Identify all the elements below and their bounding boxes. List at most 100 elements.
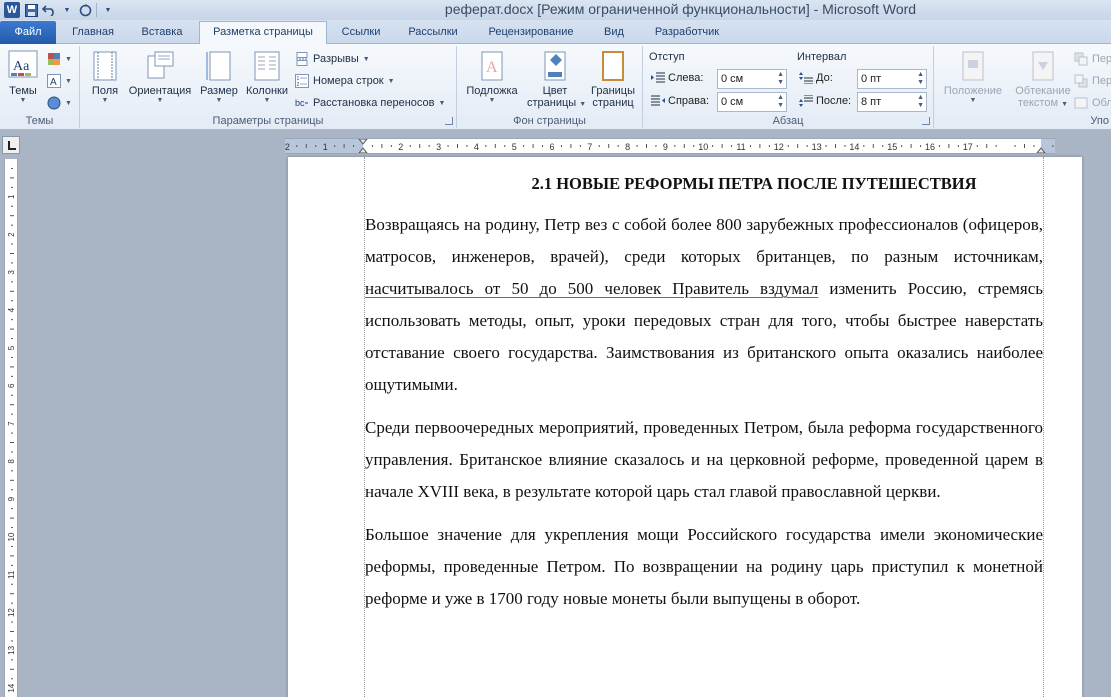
svg-text:A: A bbox=[50, 77, 57, 88]
document-page[interactable]: 2.1 НОВЫЕ РЕФОРМЫ ПЕТРА ПОСЛЕ ПУТЕШЕСТВИ… bbox=[288, 157, 1082, 697]
vertical-ruler[interactable]: 1 2 3 4 5 6 7 8 9 10 11 12 13 14 bbox=[4, 159, 18, 697]
ruler-number: 3 bbox=[436, 142, 441, 152]
spacing-before-icon bbox=[799, 72, 813, 84]
page-setup-launcher-icon[interactable] bbox=[445, 117, 453, 125]
ruler-number: 8 bbox=[7, 459, 16, 464]
indent-left-label: Слева: bbox=[651, 68, 703, 88]
indent-left-input[interactable]: 0 см ▲ ▼ bbox=[717, 69, 787, 89]
paragraph-1[interactable]: Возвращаясь на родину, Петр вез с собой … bbox=[365, 209, 1043, 401]
wrap-text-icon bbox=[1028, 50, 1058, 82]
theme-fonts-icon: A bbox=[47, 74, 61, 88]
ruler-number: 13 bbox=[7, 645, 16, 654]
ruler-number: 5 bbox=[512, 142, 517, 152]
ruler-number: 6 bbox=[549, 142, 554, 152]
line-numbers-button[interactable]: 12 Номера строк ▼ bbox=[295, 72, 395, 90]
tab-home[interactable]: Главная bbox=[62, 22, 124, 44]
columns-button[interactable]: Колонки ▼ bbox=[242, 50, 292, 104]
margins-button[interactable]: Поля ▼ bbox=[86, 50, 124, 104]
paragraph-launcher-icon[interactable] bbox=[922, 117, 930, 125]
theme-effects-button[interactable]: ▼ bbox=[47, 94, 72, 112]
svg-text:A: A bbox=[486, 59, 498, 76]
columns-icon bbox=[252, 50, 282, 82]
themes-group: Aa Темы ▼ ▼ A ▼ ▼ Темы bbox=[0, 46, 80, 128]
send-backward-button[interactable]: Пер bbox=[1074, 72, 1111, 90]
ruler-number: 10 bbox=[698, 142, 708, 152]
ruler-number: 9 bbox=[663, 142, 668, 152]
size-button[interactable]: Размер ▼ bbox=[198, 50, 240, 104]
ruler-number: 16 bbox=[925, 142, 935, 152]
ribbon: Aa Темы ▼ ▼ A ▼ ▼ Темы Поля ▼ Ориентация… bbox=[0, 44, 1111, 130]
tab-review[interactable]: Рецензирование bbox=[474, 22, 588, 44]
tab-page-layout[interactable]: Разметка страницы bbox=[199, 21, 327, 44]
spin-arrows-icon[interactable]: ▲ ▼ bbox=[777, 94, 784, 110]
spin-arrows-icon[interactable]: ▲ ▼ bbox=[917, 71, 924, 87]
hyphenation-icon: bc bbox=[295, 98, 308, 108]
tab-file[interactable]: Файл bbox=[0, 21, 56, 44]
page-borders-icon bbox=[598, 50, 628, 82]
paragraph-group-label: Абзац bbox=[772, 115, 804, 127]
section-heading[interactable]: 2.1 НОВЫЕ РЕФОРМЫ ПЕТРА ПОСЛЕ ПУТЕШЕСТВИ… bbox=[365, 173, 1043, 195]
horizontal-ruler-ticks: 2 1 2 3 4 5 6 7 8 9 10 11 12 13 14 15 16 17 bbox=[285, 139, 1054, 153]
tab-references[interactable]: Ссылки bbox=[331, 22, 391, 44]
theme-fonts-button[interactable]: A ▼ bbox=[47, 72, 72, 90]
ruler-number: 9 bbox=[7, 496, 16, 501]
tab-developer[interactable]: Разработчик bbox=[640, 22, 734, 44]
position-button[interactable]: Положение ▼ bbox=[938, 50, 1008, 104]
line-numbers-icon: 12 bbox=[295, 74, 309, 88]
spacing-before-input[interactable]: 0 пт ▲ ▼ bbox=[857, 69, 927, 89]
orientation-button[interactable]: Ориентация ▼ bbox=[126, 50, 194, 104]
right-indent-marker-icon[interactable] bbox=[1036, 147, 1046, 153]
indent-right-input[interactable]: 0 см ▲ ▼ bbox=[717, 92, 787, 112]
chevron-down-icon: ▼ bbox=[19, 97, 27, 104]
document-body[interactable]: 2.1 НОВЫЕ РЕФОРМЫ ПЕТРА ПОСЛЕ ПУТЕШЕСТВИ… bbox=[365, 173, 1043, 626]
ruler-number: 13 bbox=[812, 142, 822, 152]
theme-colors-button[interactable]: ▼ bbox=[47, 50, 72, 68]
page-color-button[interactable]: Цвет страницы ▼ bbox=[527, 50, 586, 111]
tab-mailings[interactable]: Рассылки bbox=[398, 22, 468, 44]
paragraph-group: Отступ Слева: 0 см ▲ ▼ Справа: 0 см ▲ ▼ Ин… bbox=[643, 46, 934, 128]
indent-marker-icon[interactable] bbox=[358, 139, 368, 153]
arrange-group: Положение ▼ Обтекание текстом ▼ Пер Пер … bbox=[934, 46, 1111, 128]
spacing-after-input[interactable]: 8 пт ▲ ▼ bbox=[857, 92, 927, 112]
ruler-number: 12 bbox=[774, 142, 784, 152]
ruler-number: 8 bbox=[625, 142, 630, 152]
ruler-number: 4 bbox=[474, 142, 479, 152]
page-background-group-label: Фон страницы bbox=[513, 115, 586, 127]
vertical-ruler-ticks: 1234567891011121314 bbox=[7, 167, 16, 693]
bring-forward-button[interactable]: Пер bbox=[1074, 50, 1111, 68]
page-color-icon bbox=[540, 50, 570, 82]
hyphenation-button[interactable]: bc Расстановка переносов ▼ bbox=[295, 94, 445, 112]
bring-forward-icon bbox=[1074, 52, 1088, 66]
margins-icon bbox=[90, 50, 120, 82]
tab-selector-icon[interactable] bbox=[2, 136, 20, 154]
themes-button[interactable]: Aa Темы ▼ bbox=[4, 50, 42, 104]
tab-insert[interactable]: Вставка bbox=[130, 22, 194, 44]
spin-arrows-icon[interactable]: ▲ ▼ bbox=[777, 71, 784, 87]
tab-view[interactable]: Вид bbox=[594, 22, 634, 44]
ruler-number: 3 bbox=[7, 270, 16, 275]
window-title: реферат.docx [Режим ограниченной функцио… bbox=[444, 1, 917, 17]
watermark-icon: A bbox=[477, 50, 507, 82]
paragraph-3[interactable]: Большое значение для укрепления мощи Рос… bbox=[365, 519, 1043, 615]
theme-effects-icon bbox=[47, 96, 61, 110]
page-setup-group: Поля ▼ Ориентация ▼ Размер ▼ Колонки ▼ Р… bbox=[80, 46, 457, 128]
page-borders-button[interactable]: Границы страниц bbox=[585, 50, 641, 109]
spacing-after-label: После: bbox=[799, 91, 851, 111]
paragraph-2[interactable]: Среди первоочередных мероприятий, провед… bbox=[365, 412, 1043, 508]
ruler-number: 14 bbox=[7, 683, 16, 692]
grammar-underline: насчитывалось от 50 до 500 человек Прави… bbox=[365, 279, 819, 298]
arrange-group-label: Упо bbox=[1090, 115, 1109, 127]
ruler-number: 17 bbox=[963, 142, 973, 152]
breaks-button[interactable]: Разрывы ▼ bbox=[295, 50, 370, 68]
ruler-number: 1 bbox=[323, 142, 328, 152]
ruler-number: 7 bbox=[7, 421, 16, 426]
wrap-text-button[interactable]: Обтекание текстом ▼ bbox=[1010, 50, 1076, 111]
ruler-number: 2 bbox=[285, 142, 290, 152]
selection-pane-button[interactable]: Обл bbox=[1074, 94, 1111, 112]
horizontal-ruler[interactable]: 2 1 2 3 4 5 6 7 8 9 10 11 12 13 14 15 16 17 bbox=[285, 138, 1055, 154]
ruler-number: 5 bbox=[7, 345, 16, 350]
watermark-button[interactable]: A Подложка ▼ bbox=[461, 50, 523, 104]
spin-arrows-icon[interactable]: ▲ ▼ bbox=[917, 94, 924, 110]
ruler-number: 2 bbox=[7, 232, 16, 237]
size-icon bbox=[204, 50, 234, 82]
